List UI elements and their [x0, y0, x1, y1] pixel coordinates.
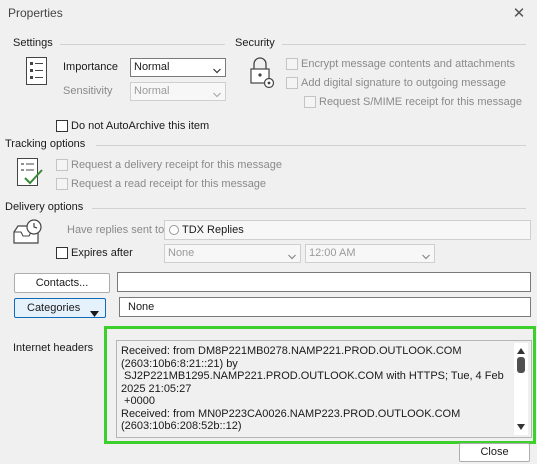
sensitivity-select[interactable]: Normal: [130, 82, 226, 101]
chevron-down-icon: [288, 250, 296, 260]
scroll-down-icon[interactable]: [517, 421, 525, 434]
expires-checkbox[interactable]: [56, 247, 68, 259]
internet-headers-text: Received: from DM8P221MB0278.NAMP221.PRO…: [121, 345, 509, 433]
replies-radio-icon: [169, 225, 179, 236]
smime-label: Request S/MIME receipt for this message: [319, 96, 522, 108]
close-button[interactable]: Close: [459, 443, 530, 462]
close-icon[interactable]: ✕: [509, 4, 529, 24]
internet-headers-label: Internet headers: [13, 342, 94, 354]
categories-button-label: Categories: [27, 302, 81, 314]
replies-to-value: TDX Replies: [182, 224, 244, 236]
autoarchive-label: Do not AutoArchive this item: [71, 120, 210, 132]
read-receipt-label: Request a read receipt for this message: [71, 178, 267, 190]
tracking-checklist-icon: [16, 157, 46, 189]
internet-header-line: SJ2P221MB1295.NAMP221.PROD.OUTLOOK.COM w…: [121, 370, 504, 382]
dropdown-triangle-icon: [90, 305, 99, 323]
categories-button[interactable]: Categories: [14, 298, 106, 318]
expires-label: Expires after: [71, 247, 133, 259]
internet-header-line: (2603:10b6:8:21::21) by: [121, 357, 238, 370]
chevron-down-icon: [213, 64, 221, 74]
expires-time-value: 12:00 AM: [309, 247, 356, 259]
tracking-divider: [96, 145, 526, 146]
encrypt-label: Encrypt message contents and attachments: [301, 58, 516, 70]
scroll-up-icon[interactable]: [517, 345, 525, 358]
security-section-label: Security: [235, 37, 275, 49]
importance-label: Importance: [63, 61, 119, 73]
expires-date-value: None: [168, 247, 195, 259]
security-divider: [282, 44, 526, 45]
signature-label: Add digital signature to outgoing messag…: [301, 77, 506, 89]
delivery-divider: [92, 208, 526, 209]
headers-scrollbar[interactable]: [514, 343, 528, 435]
scrollbar-thumb[interactable]: [517, 357, 525, 373]
sensitivity-value: Normal: [134, 85, 170, 97]
internet-header-line: Received: from DM8P221MB0278.NAMP221.PRO…: [121, 345, 462, 357]
expires-time-select[interactable]: 12:00 AM: [305, 244, 435, 263]
tracking-section-label: Tracking options: [5, 138, 86, 150]
delivery-receipt-checkbox[interactable]: [56, 159, 68, 171]
inbox-clock-icon: [12, 218, 44, 246]
smime-checkbox[interactable]: [304, 96, 316, 108]
expires-date-select[interactable]: None: [164, 244, 301, 263]
window-title: Properties: [8, 6, 63, 20]
chevron-down-icon: [213, 88, 221, 98]
settings-section-label: Settings: [13, 37, 53, 49]
have-replies-label: Have replies sent to: [67, 224, 165, 236]
read-receipt-checkbox[interactable]: [56, 178, 68, 190]
autoarchive-checkbox[interactable]: [56, 120, 68, 132]
importance-value: Normal: [134, 61, 170, 73]
contacts-button[interactable]: Contacts...: [14, 273, 110, 293]
internet-header-line: +0000: [121, 395, 155, 407]
categories-field[interactable]: None: [119, 297, 531, 317]
internet-header-line: Received: from MN0P223CA0026.NAMP223.PRO…: [121, 407, 461, 420]
properties-dialog: Properties ✕ Settings Importance Normal …: [0, 0, 537, 464]
settings-divider: [60, 44, 225, 45]
replies-to-field[interactable]: TDX Replies: [164, 220, 531, 240]
signature-checkbox[interactable]: [286, 77, 298, 89]
delivery-receipt-label: Request a delivery receipt for this mess…: [71, 159, 282, 171]
internet-headers-box[interactable]: Received: from DM8P221MB0278.NAMP221.PRO…: [116, 340, 532, 438]
contacts-field[interactable]: [117, 272, 531, 292]
internet-header-line: (2603:10b6:208:52b::12): [121, 420, 242, 432]
internet-header-line: 2025 21:05:27: [121, 382, 192, 395]
sensitivity-label: Sensitivity: [63, 85, 113, 97]
encrypt-checkbox[interactable]: [286, 58, 298, 70]
settings-list-icon: [25, 56, 49, 86]
lock-gear-icon: [248, 56, 276, 90]
importance-select[interactable]: Normal: [130, 58, 226, 77]
chevron-down-icon: [422, 250, 430, 260]
delivery-section-label: Delivery options: [5, 201, 84, 213]
